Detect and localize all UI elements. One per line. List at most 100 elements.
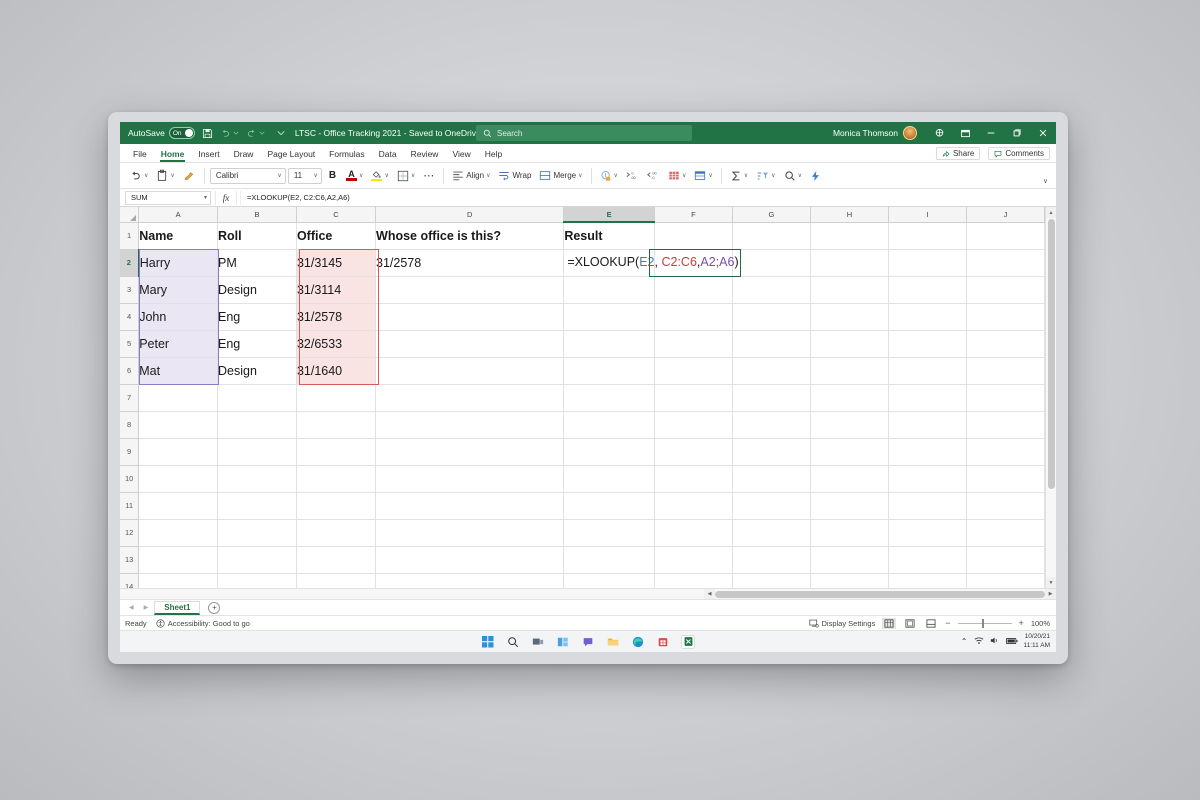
find-caret-icon[interactable]: ∨: [798, 172, 802, 179]
redo-icon[interactable]: [246, 128, 257, 139]
cell-I4[interactable]: [888, 303, 966, 330]
cell-B1[interactable]: Roll: [218, 222, 297, 249]
table-caret-icon[interactable]: ∨: [708, 172, 712, 179]
cell-B8[interactable]: [218, 411, 297, 438]
minimize-button[interactable]: [978, 122, 1004, 144]
tab-review[interactable]: Review: [404, 145, 446, 162]
battery-icon[interactable]: [1006, 637, 1018, 647]
cell-B6[interactable]: Design: [218, 357, 297, 384]
cell-E6[interactable]: [564, 357, 655, 384]
cell-B9[interactable]: [218, 438, 297, 465]
cell-A13[interactable]: [139, 546, 218, 573]
cell-A2[interactable]: Harry: [139, 249, 218, 276]
cell-A7[interactable]: [139, 384, 218, 411]
comments-button[interactable]: Comments: [988, 147, 1050, 160]
volume-icon[interactable]: [990, 636, 1000, 647]
cell-F7[interactable]: [654, 384, 732, 411]
align-caret-icon[interactable]: ∨: [486, 172, 490, 179]
cell-G5[interactable]: [732, 330, 810, 357]
paste-caret-icon[interactable]: ∨: [170, 172, 174, 179]
conditional-formatting-button[interactable]: ∨: [665, 168, 689, 184]
zoom-level[interactable]: 100%: [1031, 619, 1050, 628]
close-button[interactable]: [1030, 122, 1056, 144]
column-header-I[interactable]: I: [888, 207, 966, 222]
cell-E2[interactable]: =XLOOKUP(E2, C2:C6,A2;A6): [564, 249, 655, 276]
zoom-out-button[interactable]: −: [945, 618, 950, 628]
column-header-J[interactable]: J: [966, 207, 1044, 222]
page-layout-view-button[interactable]: [903, 618, 917, 629]
column-header-B[interactable]: B: [218, 207, 297, 222]
increase-decimal-button[interactable]: .0.00: [623, 168, 642, 183]
cell-A4[interactable]: John: [139, 303, 218, 330]
row-header-4[interactable]: 4: [120, 303, 139, 330]
cell-H9[interactable]: [810, 438, 888, 465]
align-button[interactable]: Align ∨: [449, 168, 493, 183]
sort-caret-icon[interactable]: ∨: [771, 172, 775, 179]
cell-J3[interactable]: [966, 276, 1044, 303]
cell-J7[interactable]: [966, 384, 1044, 411]
autosum-caret-icon[interactable]: ∨: [744, 172, 748, 179]
cell-A3[interactable]: Mary: [139, 276, 218, 303]
row-header-3[interactable]: 3: [120, 276, 139, 303]
row-header-7[interactable]: 7: [120, 384, 139, 411]
cell-B10[interactable]: [218, 465, 297, 492]
cell-B5[interactable]: Eng: [218, 330, 297, 357]
cell-A5[interactable]: Peter: [139, 330, 218, 357]
page-break-view-button[interactable]: [924, 618, 938, 629]
column-header-F[interactable]: F: [654, 207, 732, 222]
cell-A14[interactable]: [139, 573, 218, 588]
add-sheet-button[interactable]: +: [208, 602, 220, 614]
cell-J1[interactable]: [966, 222, 1044, 249]
horizontal-scrollbar[interactable]: ◀ ▶: [120, 588, 1056, 599]
cell-J5[interactable]: [966, 330, 1044, 357]
cell-F1[interactable]: [654, 222, 732, 249]
zoom-in-button[interactable]: +: [1019, 618, 1024, 628]
scroll-left-icon[interactable]: ◀: [704, 589, 715, 600]
cell-C8[interactable]: [296, 411, 375, 438]
cell-B12[interactable]: [218, 519, 297, 546]
undo-button[interactable]: ∨: [126, 167, 151, 184]
autosave-toggle[interactable]: AutoSave On: [128, 127, 195, 139]
previous-sheet-icon[interactable]: ◀: [125, 604, 138, 611]
tab-data[interactable]: Data: [372, 145, 404, 162]
cell-B4[interactable]: Eng: [218, 303, 297, 330]
cell-G1[interactable]: [732, 222, 810, 249]
cell-I5[interactable]: [888, 330, 966, 357]
borders-caret-icon[interactable]: ∨: [411, 172, 415, 179]
cell-D3[interactable]: [376, 276, 564, 303]
cf-caret-icon[interactable]: ∨: [682, 172, 686, 179]
cell-A6[interactable]: Mat: [139, 357, 218, 384]
accessibility-status[interactable]: Accessibility: Good to go: [156, 619, 250, 628]
excel-icon[interactable]: [681, 635, 695, 649]
row-header-11[interactable]: 11: [120, 492, 139, 519]
cell-J10[interactable]: [966, 465, 1044, 492]
undo-caret-icon[interactable]: ∨: [144, 172, 148, 179]
chat-icon[interactable]: [581, 635, 595, 649]
cell-J13[interactable]: [966, 546, 1044, 573]
cell-G8[interactable]: [732, 411, 810, 438]
cell-B13[interactable]: [218, 546, 297, 573]
cell-H2[interactable]: [810, 249, 888, 276]
cell-G11[interactable]: [732, 492, 810, 519]
avatar[interactable]: [903, 126, 917, 140]
cell-E1[interactable]: Result: [564, 222, 655, 249]
cell-C5[interactable]: 32/6533: [296, 330, 375, 357]
cell-D10[interactable]: [376, 465, 564, 492]
cell-G2[interactable]: [732, 249, 810, 276]
display-settings-button[interactable]: Display Settings: [809, 619, 876, 628]
cell-A12[interactable]: [139, 519, 218, 546]
ribbon-display-options-icon[interactable]: [952, 122, 978, 144]
cell-E10[interactable]: [564, 465, 655, 492]
cell-J11[interactable]: [966, 492, 1044, 519]
bold-button[interactable]: B: [324, 169, 341, 182]
merge-caret-icon[interactable]: ∨: [578, 172, 582, 179]
cell-C4[interactable]: 31/2578: [296, 303, 375, 330]
zoom-slider-thumb[interactable]: [982, 619, 984, 628]
cell-H4[interactable]: [810, 303, 888, 330]
cell-C1[interactable]: Office: [296, 222, 375, 249]
store-icon[interactable]: [656, 635, 670, 649]
tab-help[interactable]: Help: [478, 145, 509, 162]
cell-J8[interactable]: [966, 411, 1044, 438]
widgets-icon[interactable]: [556, 635, 570, 649]
vertical-scrollbar[interactable]: ▲ ▼: [1045, 207, 1056, 588]
